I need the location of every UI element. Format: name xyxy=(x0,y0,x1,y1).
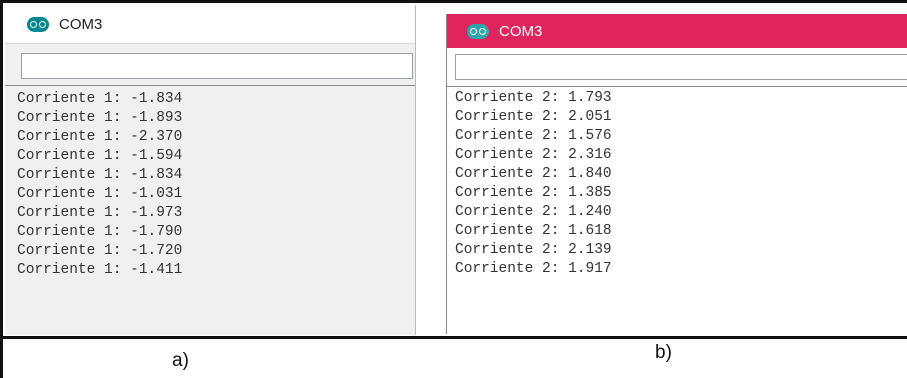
window-titlebar[interactable]: COM3 xyxy=(447,14,907,48)
serial-monitor-b: COM3 Corriente 2: 1.793 Corriente 2: 2.0… xyxy=(446,14,907,334)
output-line: Corriente 2: 1.793 xyxy=(455,90,612,106)
frame-left-line xyxy=(0,0,3,378)
output-line: Corriente 2: 1.618 xyxy=(455,223,612,239)
caption-b: b) xyxy=(655,342,672,363)
arduino-icon xyxy=(467,23,489,39)
output-line: Corriente 1: -1.834 xyxy=(17,91,183,107)
output-line: Corriente 2: 2.051 xyxy=(455,109,612,125)
output-line: Corriente 2: 1.840 xyxy=(455,166,612,182)
send-input[interactable] xyxy=(455,54,907,80)
serial-output: Corriente 2: 1.793 Corriente 2: 2.051 Co… xyxy=(455,89,612,279)
output-line: Corriente 1: -2.370 xyxy=(17,129,183,145)
output-line: Corriente 1: -1.720 xyxy=(17,243,183,259)
arduino-icon xyxy=(27,16,49,32)
output-line: Corriente 2: 2.316 xyxy=(455,147,612,163)
divider xyxy=(447,86,907,87)
window-title: COM3 xyxy=(59,15,103,33)
divider xyxy=(5,85,415,86)
send-input[interactable] xyxy=(21,53,413,79)
serial-output: Corriente 1: -1.834 Corriente 1: -1.893 … xyxy=(17,90,182,280)
serial-monitor-a: COM3 Corriente 1: -1.834 Corriente 1: -1… xyxy=(5,5,416,335)
output-line: Corriente 2: 1.576 xyxy=(455,128,612,144)
window-title: COM3 xyxy=(499,22,543,40)
output-line: Corriente 1: -1.790 xyxy=(17,224,183,240)
output-line: Corriente 2: 1.240 xyxy=(455,204,612,220)
window-titlebar[interactable]: COM3 xyxy=(5,5,415,44)
output-line: Corriente 1: -1.893 xyxy=(17,110,183,126)
output-line: Corriente 2: 1.917 xyxy=(455,261,612,277)
output-line: Corriente 1: -1.973 xyxy=(17,205,183,221)
frame-bottom-line xyxy=(0,336,907,339)
output-line: Corriente 1: -1.834 xyxy=(17,167,183,183)
output-line: Corriente 1: -1.031 xyxy=(17,186,183,202)
frame-top-line xyxy=(0,0,907,3)
output-line: Corriente 1: -1.411 xyxy=(17,262,183,278)
output-line: Corriente 1: -1.594 xyxy=(17,148,183,164)
caption-a: a) xyxy=(172,350,189,371)
output-line: Corriente 2: 2.139 xyxy=(455,242,612,258)
output-line: Corriente 2: 1.385 xyxy=(455,185,612,201)
